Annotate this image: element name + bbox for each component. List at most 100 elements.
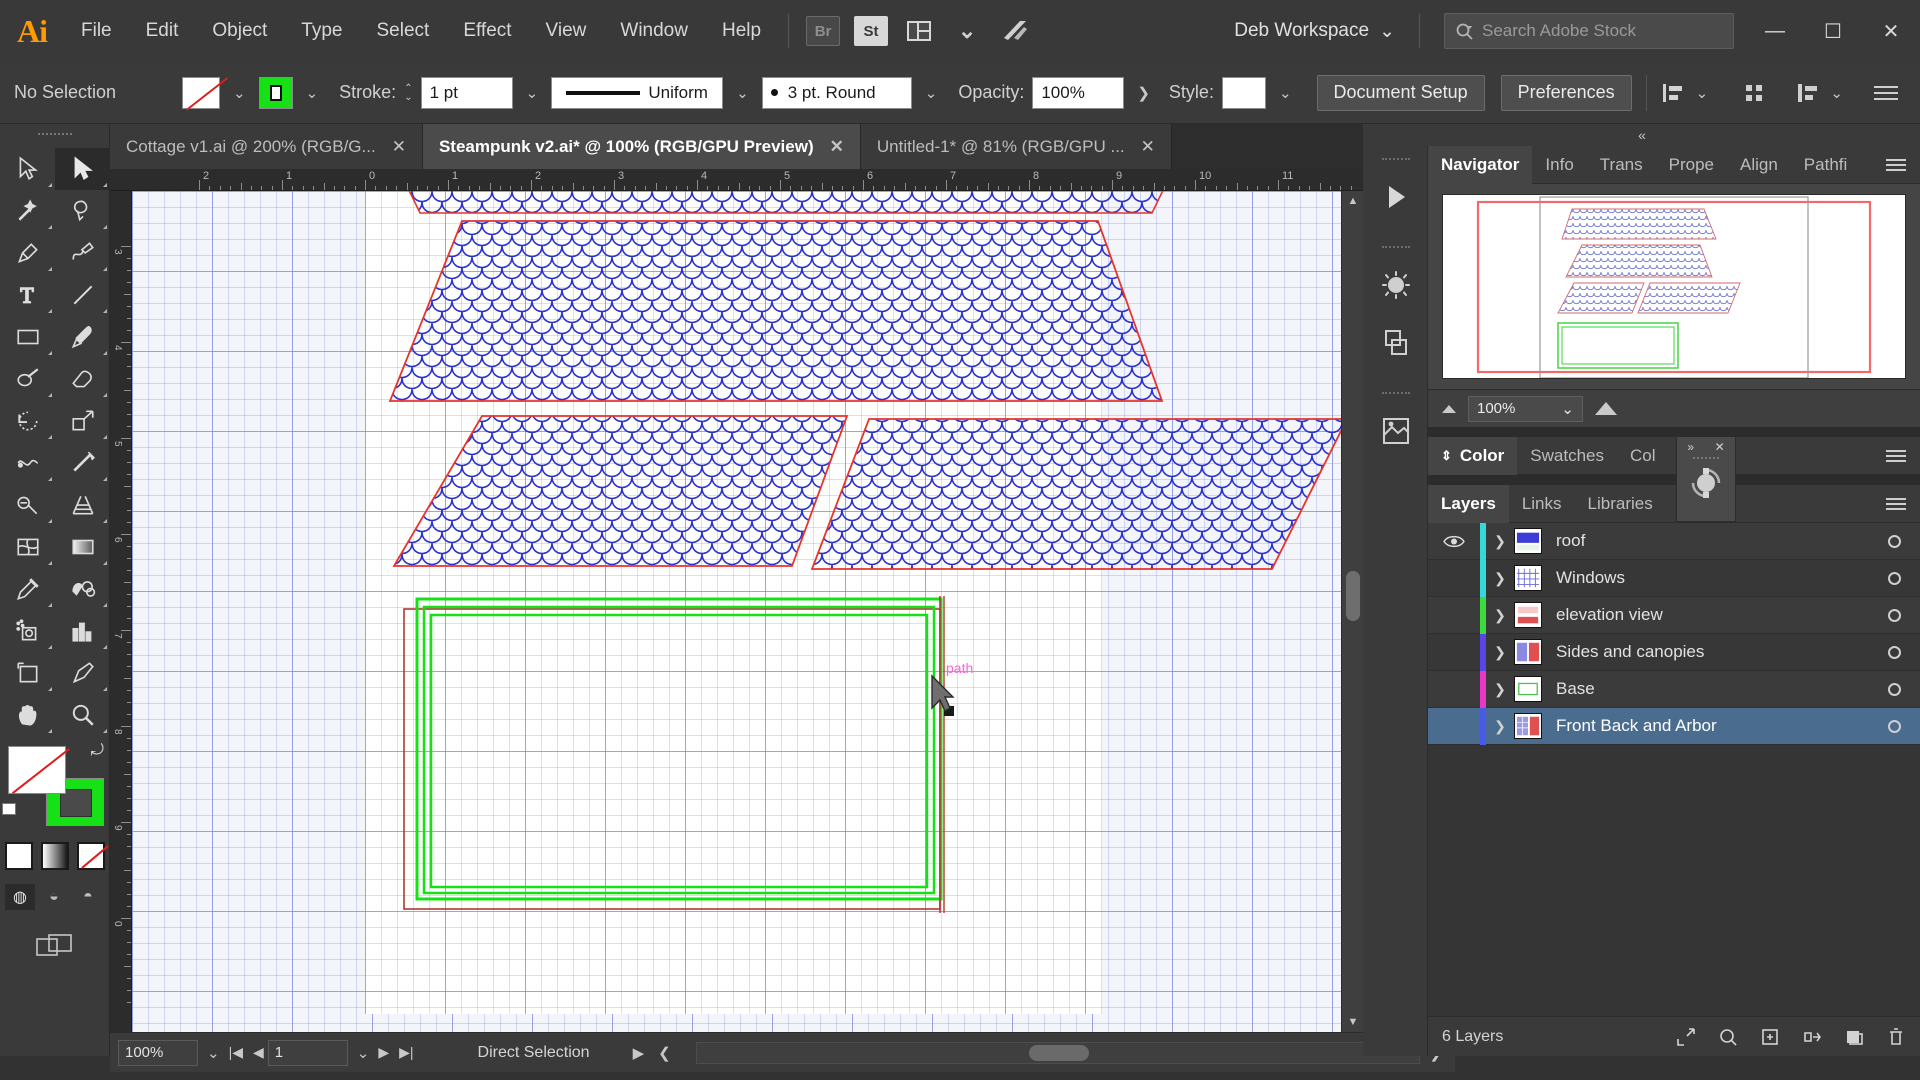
expand-layer-icon[interactable]: ❯	[1486, 570, 1514, 587]
menu-view[interactable]: View	[529, 0, 604, 62]
paintbrush-tool[interactable]	[55, 316, 110, 358]
scroll-up-icon[interactable]: ▲	[1342, 191, 1364, 211]
selection-tool[interactable]	[0, 148, 55, 190]
close-tab-icon[interactable]: ✕	[1141, 137, 1155, 157]
align-chevron-icon[interactable]: ⌄	[1691, 84, 1714, 102]
stroke-profile-field[interactable]: Uniform	[551, 76, 724, 109]
table-row[interactable]: ❯ Base	[1428, 670, 1920, 708]
symbol-sprayer-tool[interactable]	[0, 610, 55, 652]
close-tab-icon[interactable]: ✕	[392, 137, 406, 157]
collapse-panels-button[interactable]: «	[1363, 124, 1920, 146]
zoom-out-small-icon[interactable]	[1442, 404, 1456, 413]
tab-libraries[interactable]: Libraries	[1575, 485, 1666, 523]
document-tab-cottage[interactable]: Cottage v1.ai @ 200% (RGB/G... ✕	[110, 124, 423, 169]
menu-edit[interactable]: Edit	[129, 0, 196, 62]
hand-tool[interactable]	[0, 694, 55, 736]
image-trace-icon[interactable]	[1363, 402, 1428, 460]
stroke-weight-stepper[interactable]: ⌃ ⌄	[404, 83, 412, 102]
first-artboard-button[interactable]: |◀	[229, 1044, 243, 1061]
hscroll-thumb[interactable]	[1029, 1044, 1090, 1061]
workspace-switcher[interactable]: Deb Workspace ⌄	[1220, 11, 1409, 51]
layer-name[interactable]: Base	[1556, 679, 1868, 699]
layer-name[interactable]: Windows	[1556, 568, 1868, 588]
layer-name[interactable]: elevation view	[1556, 605, 1868, 625]
color-panel-menu-icon[interactable]	[1872, 447, 1920, 465]
fill-color-swatch[interactable]	[8, 746, 66, 794]
menu-file[interactable]: File	[64, 0, 129, 62]
floating-symbols-panel[interactable]: » ✕	[1676, 436, 1736, 522]
fill-chevron-icon[interactable]: ⌄	[228, 84, 251, 102]
distribute-icon[interactable]	[1795, 81, 1821, 105]
shape-builder-tool[interactable]	[0, 484, 55, 526]
status-menu-arrow-icon[interactable]: ▶	[628, 1044, 650, 1062]
navigator-thumbnail[interactable]	[1442, 194, 1906, 379]
column-graph-tool[interactable]	[55, 610, 110, 652]
toolbar-grip[interactable]	[0, 124, 109, 148]
stock-icon[interactable]: St	[854, 16, 889, 46]
layer-target-icon[interactable]	[1868, 571, 1920, 585]
pen-tool[interactable]	[0, 232, 55, 274]
layer-target-icon[interactable]	[1868, 719, 1920, 733]
layer-target-icon[interactable]	[1868, 682, 1920, 696]
search-adobe-stock[interactable]: Search Adobe Stock	[1444, 13, 1734, 49]
create-new-layer-icon[interactable]	[1844, 1027, 1864, 1047]
tab-links[interactable]: Links	[1509, 485, 1575, 523]
artboard-area[interactable]: path	[132, 191, 1341, 1032]
opacity-more-icon[interactable]: ❯	[1132, 84, 1155, 102]
swap-fill-stroke-icon[interactable]: ⤾	[91, 742, 104, 760]
gradient-tool[interactable]	[55, 526, 110, 568]
width-tool[interactable]	[0, 442, 55, 484]
zoom-level-field[interactable]: 100%	[118, 1039, 198, 1066]
tab-swatches[interactable]: Swatches	[1517, 437, 1617, 475]
canvas-vertical-scrollbar[interactable]: ▲ ▼	[1341, 191, 1363, 1032]
mesh-tool[interactable]	[0, 526, 55, 568]
tab-align[interactable]: Align	[1727, 146, 1791, 184]
tab-properties[interactable]: Prope	[1656, 146, 1727, 184]
menu-effect[interactable]: Effect	[446, 0, 528, 62]
collect-in-new-layer-icon[interactable]	[1802, 1027, 1822, 1047]
graphic-style-swatch[interactable]	[1221, 76, 1266, 109]
eraser-tool[interactable]	[55, 358, 110, 400]
vertical-ruler[interactable]: 3 4 5 6 7 8 9 0	[110, 191, 132, 1032]
arrange-documents-icon[interactable]	[902, 16, 936, 46]
symbols-icon[interactable]	[1363, 314, 1428, 372]
close-tab-icon[interactable]: ✕	[830, 137, 844, 157]
rectangle-tool[interactable]	[0, 316, 55, 358]
rail-grip-3[interactable]	[1363, 386, 1428, 402]
table-row[interactable]: ❯ elevation view	[1428, 596, 1920, 634]
navigator-zoom-chevron-icon[interactable]: ⌄	[1561, 400, 1582, 418]
document-tab-untitled[interactable]: Untitled-1* @ 81% (RGB/GPU ... ✕	[860, 124, 1172, 169]
shaper-tool[interactable]	[0, 358, 55, 400]
artboard-chevron-icon[interactable]: ⌄	[352, 1044, 375, 1062]
arrange-chevron-down-icon[interactable]: ⌄	[950, 16, 984, 46]
direct-selection-tool[interactable]	[55, 148, 110, 190]
table-row[interactable]: ❯ Windows	[1428, 559, 1920, 597]
layer-target-icon[interactable]	[1868, 534, 1920, 548]
curvature-tool[interactable]	[55, 232, 110, 274]
scroll-thumb[interactable]	[1346, 571, 1360, 621]
make-clipping-mask-icon[interactable]	[1718, 1027, 1738, 1047]
line-segment-tool[interactable]	[55, 274, 110, 316]
rotate-tool[interactable]	[0, 400, 55, 442]
expand-layer-icon[interactable]: ❯	[1486, 681, 1514, 698]
menu-select[interactable]: Select	[360, 0, 447, 62]
draw-normal-button[interactable]: ◍	[5, 884, 35, 910]
fill-swatch[interactable]	[182, 76, 220, 109]
illustrator-home-icon[interactable]	[998, 16, 1032, 46]
bridge-icon[interactable]: Br	[806, 16, 841, 46]
eyedropper-tool[interactable]	[0, 568, 55, 610]
layer-name[interactable]: roof	[1556, 531, 1868, 551]
delete-selection-icon[interactable]	[1886, 1027, 1906, 1047]
magic-wand-tool[interactable]	[0, 190, 55, 232]
grid-icon[interactable]	[1743, 81, 1769, 105]
stroke-weight-chevron-icon[interactable]: ⌄	[521, 84, 544, 102]
stroke-swatch[interactable]	[258, 76, 293, 109]
layers-panel-menu-icon[interactable]	[1872, 495, 1920, 513]
none-button[interactable]	[77, 842, 105, 870]
canvas-horizontal-scrollbar[interactable]	[695, 1041, 1421, 1064]
table-row[interactable]: ❯ Sides and canopies	[1428, 633, 1920, 671]
last-artboard-button[interactable]: ▶|	[399, 1044, 413, 1061]
stroke-chevron-icon[interactable]: ⌄	[301, 84, 324, 102]
brushes-icon[interactable]	[1363, 256, 1428, 314]
table-row[interactable]: ❯ Front Back and Arbor	[1428, 707, 1920, 745]
